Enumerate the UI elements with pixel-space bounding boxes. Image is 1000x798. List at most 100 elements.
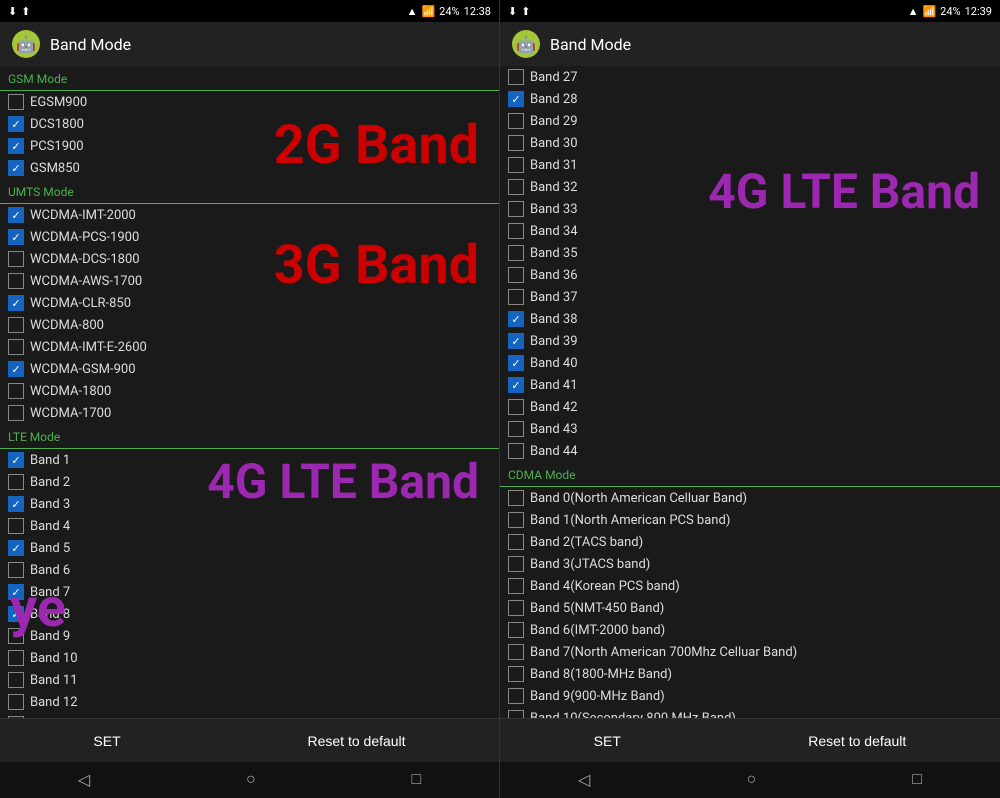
list-item[interactable]: Band 1(North American PCS band)	[500, 509, 1000, 531]
list-item[interactable]: GSM850	[0, 157, 499, 179]
list-item[interactable]: Band 39	[500, 330, 1000, 352]
list-item[interactable]: PCS1900	[0, 135, 499, 157]
list-item[interactable]: Band 30	[500, 132, 1000, 154]
checkbox-r-band28[interactable]	[508, 91, 524, 107]
set-button-right[interactable]: SET	[574, 725, 641, 757]
checkbox-cdma-band1[interactable]	[508, 512, 524, 528]
list-item[interactable]: Band 2	[0, 471, 499, 493]
left-scroll-area[interactable]: GSM Mode EGSM900 DCS1800 PCS1900 GSM850 …	[0, 66, 499, 718]
list-item[interactable]: Band 8	[0, 603, 499, 625]
checkbox-wcdma-imt-e-2600[interactable]	[8, 339, 24, 355]
checkbox-wcdma-1700[interactable]	[8, 405, 24, 421]
checkbox-r-band43[interactable]	[508, 421, 524, 437]
checkbox-r-band39[interactable]	[508, 333, 524, 349]
checkbox-r-band40[interactable]	[508, 355, 524, 371]
checkbox-r-band36[interactable]	[508, 267, 524, 283]
checkbox-band10[interactable]	[8, 650, 24, 666]
checkbox-pcs1900[interactable]	[8, 138, 24, 154]
list-item[interactable]: Band 4	[0, 515, 499, 537]
checkbox-band6[interactable]	[8, 562, 24, 578]
list-item[interactable]: Band 31	[500, 154, 1000, 176]
checkbox-band8[interactable]	[8, 606, 24, 622]
checkbox-cdma-band9[interactable]	[508, 688, 524, 704]
list-item[interactable]: Band 42	[500, 396, 1000, 418]
checkbox-band1[interactable]	[8, 452, 24, 468]
checkbox-band13[interactable]	[8, 716, 24, 718]
checkbox-wcdma-clr-850[interactable]	[8, 295, 24, 311]
list-item[interactable]: Band 37	[500, 286, 1000, 308]
list-item[interactable]: Band 29	[500, 110, 1000, 132]
checkbox-wcdma-pcs-1900[interactable]	[8, 229, 24, 245]
list-item[interactable]: Band 6	[0, 559, 499, 581]
checkbox-r-band27[interactable]	[508, 69, 524, 85]
list-item[interactable]: WCDMA-CLR-850	[0, 292, 499, 314]
list-item[interactable]: Band 27	[500, 66, 1000, 88]
list-item[interactable]: Band 3	[0, 493, 499, 515]
checkbox-band7[interactable]	[8, 584, 24, 600]
checkbox-cdma-band5[interactable]	[508, 600, 524, 616]
list-item[interactable]: WCDMA-800	[0, 314, 499, 336]
checkbox-cdma-band3[interactable]	[508, 556, 524, 572]
checkbox-band12[interactable]	[8, 694, 24, 710]
checkbox-r-band29[interactable]	[508, 113, 524, 129]
list-item[interactable]: DCS1800	[0, 113, 499, 135]
list-item[interactable]: WCDMA-1700	[0, 402, 499, 424]
checkbox-wcdma-800[interactable]	[8, 317, 24, 333]
home-button-left[interactable]: ○	[226, 767, 276, 793]
checkbox-r-band35[interactable]	[508, 245, 524, 261]
checkbox-band2[interactable]	[8, 474, 24, 490]
list-item[interactable]: WCDMA-1800	[0, 380, 499, 402]
list-item[interactable]: Band 8(1800-MHz Band)	[500, 663, 1000, 685]
checkbox-r-band31[interactable]	[508, 157, 524, 173]
list-item[interactable]: WCDMA-GSM-900	[0, 358, 499, 380]
list-item[interactable]: Band 0(North American Celluar Band)	[500, 487, 1000, 509]
list-item[interactable]: Band 5(NMT-450 Band)	[500, 597, 1000, 619]
checkbox-wcdma-gsm-900[interactable]	[8, 361, 24, 377]
checkbox-wcdma-1800[interactable]	[8, 383, 24, 399]
list-item[interactable]: Band 1	[0, 449, 499, 471]
list-item[interactable]: Band 43	[500, 418, 1000, 440]
checkbox-r-band30[interactable]	[508, 135, 524, 151]
list-item[interactable]: Band 13	[0, 713, 499, 718]
list-item[interactable]: Band 12	[0, 691, 499, 713]
checkbox-band3[interactable]	[8, 496, 24, 512]
checkbox-band4[interactable]	[8, 518, 24, 534]
list-item[interactable]: Band 6(IMT-2000 band)	[500, 619, 1000, 641]
checkbox-band9[interactable]	[8, 628, 24, 644]
checkbox-r-band34[interactable]	[508, 223, 524, 239]
checkbox-r-band41[interactable]	[508, 377, 524, 393]
checkbox-wcdma-dcs-1800[interactable]	[8, 251, 24, 267]
list-item[interactable]: Band 44	[500, 440, 1000, 462]
recents-button-right[interactable]: □	[892, 767, 942, 793]
home-button-right[interactable]: ○	[726, 767, 776, 793]
checkbox-r-band44[interactable]	[508, 443, 524, 459]
list-item[interactable]: Band 2(TACS band)	[500, 531, 1000, 553]
checkbox-r-band42[interactable]	[508, 399, 524, 415]
list-item[interactable]: Band 38	[500, 308, 1000, 330]
list-item[interactable]: Band 3(JTACS band)	[500, 553, 1000, 575]
list-item[interactable]: Band 40	[500, 352, 1000, 374]
list-item[interactable]: WCDMA-IMT-E-2600	[0, 336, 499, 358]
list-item[interactable]: Band 10(Secondary 800 MHz Band)	[500, 707, 1000, 718]
list-item[interactable]: Band 4(Korean PCS band)	[500, 575, 1000, 597]
checkbox-cdma-band0[interactable]	[508, 490, 524, 506]
list-item[interactable]: Band 11	[0, 669, 499, 691]
checkbox-cdma-band8[interactable]	[508, 666, 524, 682]
list-item[interactable]: EGSM900	[0, 91, 499, 113]
list-item[interactable]: Band 33	[500, 198, 1000, 220]
list-item[interactable]: Band 5	[0, 537, 499, 559]
checkbox-dcs1800[interactable]	[8, 116, 24, 132]
list-item[interactable]: WCDMA-DCS-1800	[0, 248, 499, 270]
list-item[interactable]: Band 7	[0, 581, 499, 603]
list-item[interactable]: WCDMA-IMT-2000	[0, 204, 499, 226]
recents-button-left[interactable]: □	[391, 767, 441, 793]
checkbox-r-band38[interactable]	[508, 311, 524, 327]
list-item[interactable]: WCDMA-AWS-1700	[0, 270, 499, 292]
checkbox-egsm900[interactable]	[8, 94, 24, 110]
checkbox-r-band33[interactable]	[508, 201, 524, 217]
reset-button-right[interactable]: Reset to default	[788, 725, 926, 757]
list-item[interactable]: Band 9(900-MHz Band)	[500, 685, 1000, 707]
reset-button-left[interactable]: Reset to default	[288, 725, 426, 757]
list-item[interactable]: Band 35	[500, 242, 1000, 264]
checkbox-band11[interactable]	[8, 672, 24, 688]
